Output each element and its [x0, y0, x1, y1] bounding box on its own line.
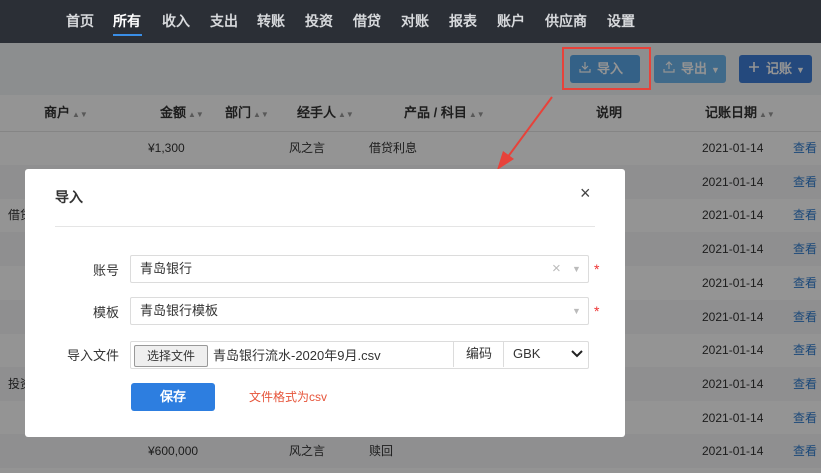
- file-label: 导入文件: [66, 348, 119, 363]
- required-mark: *: [594, 303, 600, 319]
- encoding-label: 编码: [466, 346, 493, 361]
- choose-file-button[interactable]: 选择文件: [134, 345, 208, 367]
- account-select[interactable]: 青岛银行 × ▼: [130, 255, 589, 283]
- account-label: 账号: [92, 263, 119, 278]
- divider: [55, 226, 595, 227]
- close-icon[interactable]: ×: [580, 183, 591, 204]
- file-name: 青岛银行流水-2020年9月.csv: [213, 348, 381, 363]
- chevron-down-icon: ▼: [572, 306, 581, 316]
- divider: [503, 341, 504, 367]
- clear-icon[interactable]: ×: [552, 256, 561, 282]
- save-button[interactable]: 保存: [131, 383, 215, 411]
- template-select[interactable]: 青岛银行模板 ▼: [130, 297, 589, 325]
- template-value: 青岛银行模板: [140, 303, 219, 318]
- dialog-title: 导入: [55, 189, 83, 205]
- template-label: 模板: [92, 305, 119, 320]
- encoding-select[interactable]: GBK: [513, 341, 540, 367]
- chevron-down-icon: [571, 341, 583, 367]
- format-hint: 文件格式为csv: [249, 390, 328, 404]
- account-value: 青岛银行: [140, 261, 193, 276]
- chevron-down-icon: ▼: [572, 264, 581, 274]
- import-dialog: 导入 × 账号 青岛银行 × ▼ * 模板 青岛银行模板 ▼ * 导入文件 选择…: [25, 169, 625, 437]
- required-mark: *: [594, 261, 600, 277]
- divider: [453, 341, 454, 367]
